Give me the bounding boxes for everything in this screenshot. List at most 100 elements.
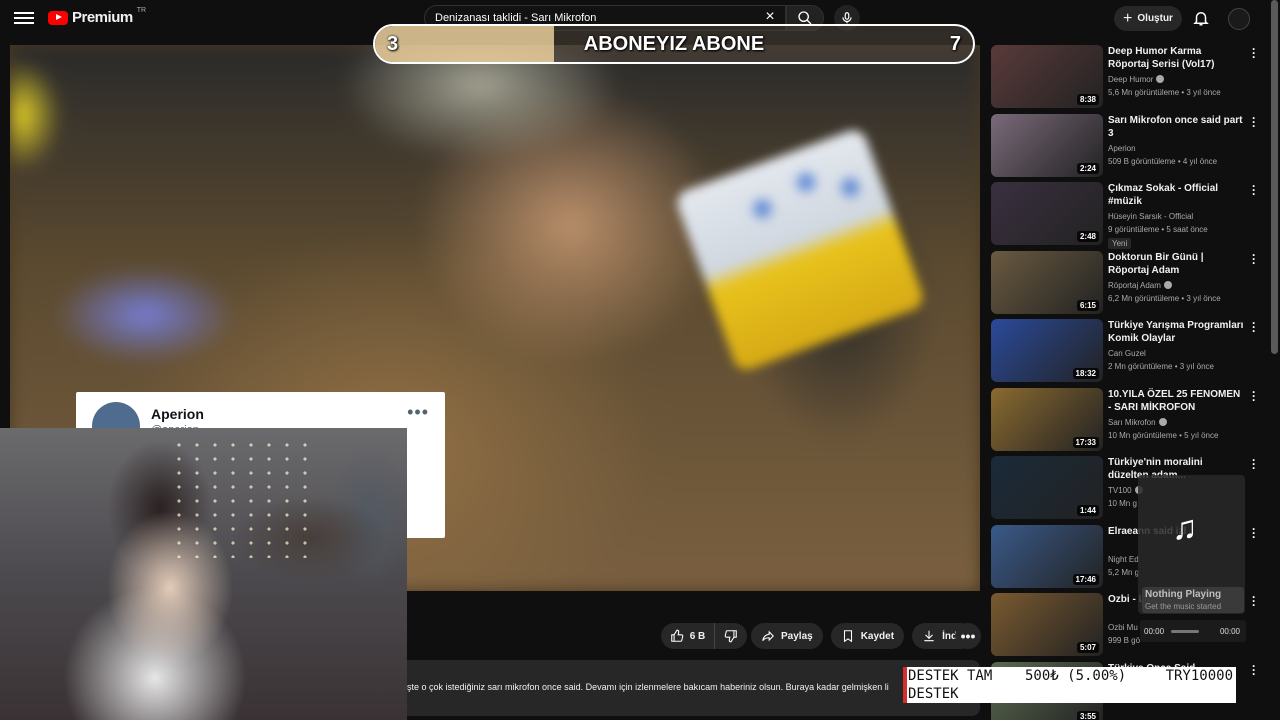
recommendation-item[interactable]: 17:33 10.YILA ÖZEL 25 FENOMEN - SARI MİKR… — [991, 386, 1267, 452]
verified-icon — [1163, 280, 1172, 289]
more-options-icon[interactable]: · · · — [1249, 591, 1259, 611]
goal-label: ABONEYIZ ABONE — [583, 32, 765, 55]
channel-name[interactable]: Hüseyin Sarsık - Official — [1108, 212, 1193, 221]
more-options-icon[interactable]: · · · — [1249, 249, 1259, 269]
more-options-icon[interactable]: · · · — [1249, 660, 1259, 680]
now-playing-title: Nothing Playing — [1145, 589, 1222, 600]
video-thumbnail[interactable]: 17:46 — [991, 524, 1103, 588]
fairy-lights — [170, 438, 320, 558]
video-meta: 6,2 Mn görüntüleme • 3 yıl önce — [1108, 293, 1221, 303]
video-thumbnail[interactable]: 2:24 — [991, 113, 1103, 177]
music-note-icon: ♫ — [1172, 509, 1198, 547]
video-meta: 5,6 Mn görüntüleme • 3 yıl önce — [1108, 88, 1221, 97]
like-count: 6 B — [689, 630, 706, 642]
time-end: 00:00 — [1219, 627, 1240, 636]
channel-name-text: TV100 — [1108, 486, 1132, 495]
account-avatar[interactable] — [1228, 8, 1250, 30]
share-label: Paylaş — [781, 630, 813, 642]
goal-current: 3 — [387, 32, 399, 55]
recommendation-item[interactable]: 18:32 Türkiye Yarışma Programları Komik O… — [991, 317, 1267, 383]
video-thumbnail[interactable]: 17:33 — [991, 387, 1103, 451]
more-options-icon[interactable]: · · · — [1249, 317, 1259, 337]
video-thumbnail[interactable]: 18:32 — [991, 319, 1103, 382]
notifications-bell-icon[interactable] — [1192, 9, 1210, 27]
like-button[interactable]: 6 B — [661, 623, 715, 649]
tweet-author: Aperion — [151, 406, 204, 422]
channel-name[interactable]: Ozbi Mu — [1108, 623, 1138, 632]
video-thumbnail[interactable]: 2:48 — [991, 182, 1103, 245]
more-options-icon[interactable]: · · · — [1249, 180, 1259, 200]
video-meta: 5,2 Mn g — [1108, 567, 1140, 577]
clear-search-icon[interactable]: × — [762, 9, 778, 25]
recommendation-item[interactable]: 2:48 Çıkmaz Sokak - Official #müzik Hüseyi… — [991, 180, 1267, 249]
channel-name[interactable]: Sarı Mikrofon — [1108, 417, 1167, 427]
subscriber-goal-bar: 3 ABONEYIZ ABONE 7 — [373, 24, 975, 64]
search-value: Denizanası taklidi - Sarı Mikrofon — [435, 12, 597, 24]
video-title[interactable]: Çıkmaz Sokak - Official #müzik — [1108, 182, 1244, 208]
channel-name[interactable]: Can Guzel — [1108, 349, 1146, 358]
download-icon — [924, 630, 934, 642]
channel-name-text: Aperion — [1108, 143, 1136, 153]
channel-name[interactable]: Night Ed — [1108, 555, 1139, 564]
thumbs-up-icon — [670, 629, 684, 642]
channel-name-text: Can Guzel — [1108, 349, 1146, 358]
donation-amount: 500₺ (5.00%) — [1025, 668, 1127, 684]
youtube-premium-logo[interactable]: Premium TR — [48, 7, 146, 26]
thumbs-down-icon — [724, 630, 737, 643]
more-options-icon[interactable]: · · · — [1249, 454, 1259, 474]
like-dislike-group: 6 B — [661, 623, 747, 649]
video-title[interactable]: Deep Humor Karma Röportaj Serisi (Vol17) — [1108, 45, 1244, 71]
action-buttons: Paylaş Kaydet İndir — [751, 623, 974, 649]
more-options-icon[interactable]: · · · — [1249, 45, 1259, 63]
verified-icon — [1158, 417, 1167, 426]
video-duration: 3:55 — [1076, 710, 1099, 720]
video-thumbnail[interactable]: 8:38 — [991, 45, 1103, 108]
donation-label-secondary: DESTEK — [908, 686, 959, 702]
channel-name-text: Sarı Mikrofon — [1108, 417, 1156, 427]
video-duration: 6:15 — [1076, 299, 1099, 311]
donation-progress-marker — [903, 667, 907, 703]
channel-name-text: Night Ed — [1108, 554, 1139, 564]
subscriber-goal-progress — [375, 26, 555, 62]
video-title[interactable]: 10.YILA ÖZEL 25 FENOMEN - SARI MİKROFON … — [1108, 388, 1244, 414]
goal-target: 7 — [949, 32, 961, 55]
youtube-play-icon — [48, 10, 68, 25]
channel-name[interactable]: Röportaj Adam — [1108, 280, 1172, 290]
video-title[interactable]: Doktorun Bir Günü | Röportaj Adam — [1108, 251, 1244, 277]
channel-name-text: Ozbi Mu — [1108, 623, 1138, 632]
video-thumbnail[interactable]: 6:15 — [991, 250, 1103, 314]
video-description[interactable]: şte o çok istediğiniz sarı mikrofon once… — [407, 660, 980, 716]
menu-icon[interactable] — [14, 9, 34, 29]
more-options-icon[interactable]: ••• — [407, 402, 429, 423]
create-button[interactable]: + Oluştur — [1114, 6, 1182, 31]
video-title[interactable]: Türkiye Yarışma Programları Komik Olayla… — [1108, 319, 1244, 345]
share-icon — [762, 630, 774, 642]
video-thumbnail[interactable]: 5:07 — [991, 593, 1103, 656]
share-button[interactable]: Paylaş — [751, 623, 823, 649]
recommendation-item[interactable]: 8:38 Deep Humor Karma Röportaj Serisi (Vo… — [991, 45, 1267, 109]
more-options-icon[interactable]: · · · — [1249, 523, 1259, 543]
brand-label: Premium — [72, 9, 133, 26]
page-scrollbar[interactable] — [1271, 0, 1278, 354]
video-meta: 10 Mn g — [1108, 499, 1137, 508]
dislike-button[interactable] — [715, 623, 747, 649]
video-duration: 5:07 — [1076, 642, 1099, 653]
create-label: Oluştur — [1137, 13, 1173, 24]
microphone-icon — [842, 12, 852, 24]
video-meta: 9 görüntüleme • 5 saat önce — [1108, 225, 1208, 234]
recommendation-item[interactable]: 6:15 Doktorun Bir Günü | Röportaj Adam Röp… — [991, 249, 1267, 315]
video-thumbnail[interactable]: 1:44 — [991, 456, 1103, 519]
video-duration: 2:48 — [1076, 231, 1099, 242]
progress-track — [1171, 630, 1199, 633]
video-title[interactable]: Sarı Mikrofon once said part 3 — [1108, 114, 1244, 140]
now-playing-subtitle: Get the music started — [1145, 602, 1222, 611]
video-duration: 18:32 — [1072, 368, 1099, 379]
channel-name[interactable]: Aperion — [1108, 144, 1136, 153]
more-options-icon[interactable]: · · · — [1249, 386, 1259, 406]
channel-name[interactable]: Deep Humor — [1108, 75, 1165, 84]
recommendation-item[interactable]: 2:24 Sarı Mikrofon once said part 3 Aperio… — [991, 112, 1267, 178]
more-actions-button[interactable]: ••• — [955, 623, 981, 649]
recommendations-sidebar: 8:38 Deep Humor Karma Röportaj Serisi (Vo… — [991, 45, 1267, 720]
more-options-icon[interactable]: · · · — [1249, 112, 1259, 132]
save-button[interactable]: Kaydet — [830, 623, 905, 649]
